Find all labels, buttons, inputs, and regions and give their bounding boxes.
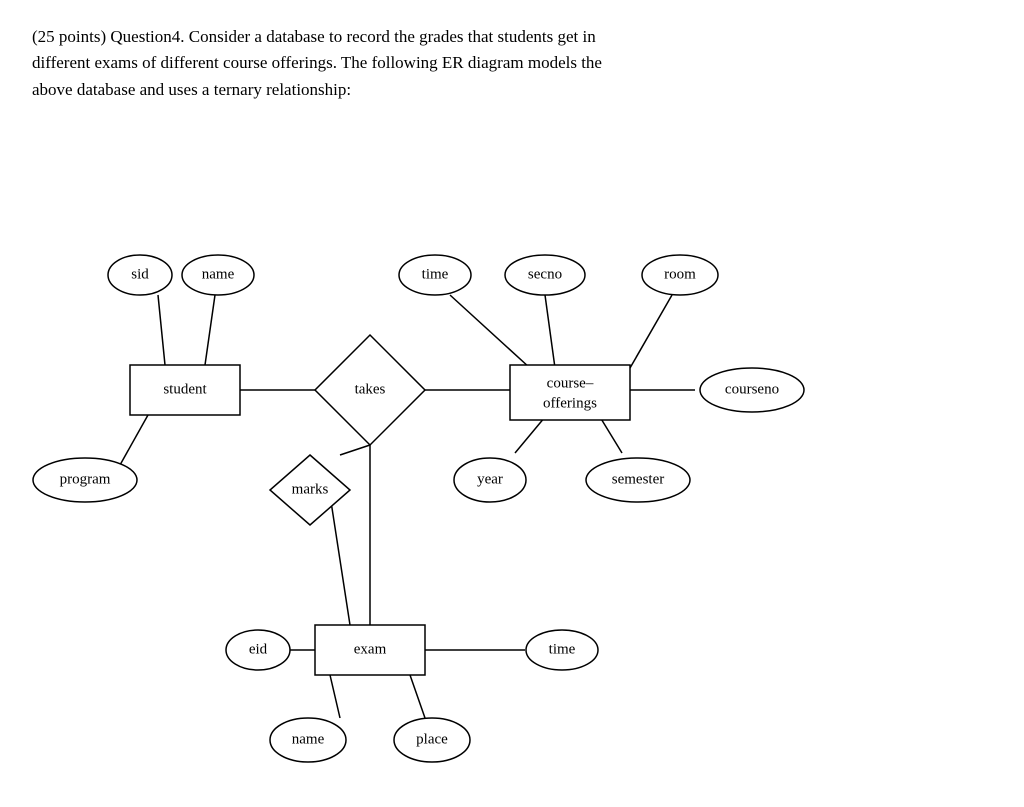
attr-time-exam-label: time (549, 641, 576, 657)
description-text: (25 points) Question4. Consider a databa… (0, 0, 1024, 103)
entity-student-label: student (163, 381, 207, 397)
er-diagram: student course– offerings exam takes mar… (0, 120, 1024, 800)
attr-sid-label: sid (131, 266, 149, 282)
entity-exam-label: exam (354, 641, 387, 657)
entity-course-offerings-label: course– (547, 375, 594, 391)
attr-eid-label: eid (249, 641, 268, 657)
attr-room-label: room (664, 266, 696, 282)
attr-place-label: place (416, 731, 448, 747)
rel-marks-label: marks (292, 481, 329, 497)
attr-semester-label: semester (612, 471, 664, 487)
attr-year-label: year (477, 471, 503, 487)
rel-takes-label: takes (355, 381, 386, 397)
attr-program-label: program (60, 471, 111, 487)
attr-name-exam-label: name (292, 731, 325, 747)
entity-course-offerings-label2: offerings (543, 395, 597, 411)
entity-course-offerings (510, 365, 630, 420)
attr-name-student-label: name (202, 266, 235, 282)
attr-time-co-label: time (422, 266, 449, 282)
attr-secno-label: secno (528, 266, 562, 282)
attr-courseno-label: courseno (725, 381, 779, 397)
